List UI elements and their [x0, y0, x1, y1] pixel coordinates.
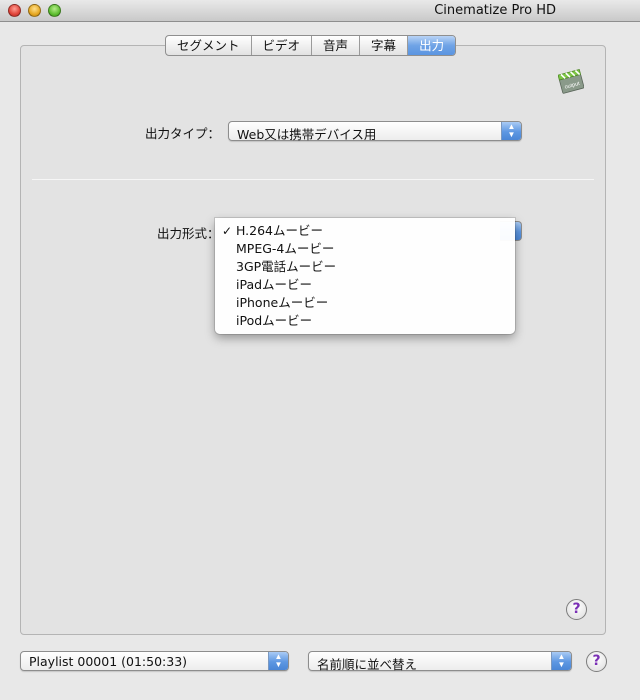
playlist-popup[interactable]: Playlist 00001 (01:50:33) ▲ ▼	[20, 651, 289, 671]
sort-value: 名前順に並べ替え	[317, 657, 418, 672]
menu-item-label: 3GP電話ムービー	[236, 259, 337, 274]
separator	[32, 179, 594, 180]
tab-bar: セグメント ビデオ 音声 字幕 出力	[165, 35, 457, 56]
help-button[interactable]: ?	[566, 599, 587, 620]
menu-item-ipad[interactable]: iPadムービー	[215, 276, 515, 294]
menu-item-mpeg4[interactable]: MPEG-4ムービー	[215, 240, 515, 258]
output-clapper-icon: output	[558, 68, 584, 94]
menu-item-label: iPadムービー	[236, 277, 313, 292]
output-type-label: 出力タイプ：	[145, 126, 221, 141]
menu-item-iphone[interactable]: iPhoneムービー	[215, 294, 515, 312]
tab-video[interactable]: ビデオ	[252, 36, 313, 55]
output-type-popup[interactable]: Web又は携帯デバイス用 ▲ ▼	[228, 121, 522, 142]
output-format-menu: ✓ H.264ムービー MPEG-4ムービー 3GP電話ムービー iPadムービ…	[215, 218, 515, 334]
window-title: Cinematize Pro HD	[434, 3, 556, 18]
menu-item-3gp[interactable]: 3GP電話ムービー	[215, 258, 515, 276]
tab-output[interactable]: 出力	[408, 36, 456, 55]
menu-item-label: H.264ムービー	[236, 223, 324, 238]
tab-audio[interactable]: 音声	[312, 36, 361, 55]
sort-popup[interactable]: 名前順に並べ替え ▲ ▼	[308, 651, 572, 672]
minimize-window-button[interactable]	[28, 4, 41, 17]
output-type-value: Web又は携帯デバイス用	[237, 127, 377, 142]
tab-segment[interactable]: セグメント	[166, 36, 252, 55]
menu-item-h264[interactable]: ✓ H.264ムービー	[215, 222, 515, 240]
output-format-label: 出力形式：	[157, 226, 220, 241]
menu-item-label: iPodムービー	[236, 313, 313, 328]
zoom-window-button[interactable]	[48, 4, 61, 17]
tab-subtitles[interactable]: 字幕	[360, 36, 409, 55]
playlist-value: Playlist 00001 (01:50:33)	[29, 654, 188, 669]
menu-item-ipod[interactable]: iPodムービー	[215, 312, 515, 330]
title-bar: Cinematize Pro HD	[0, 0, 640, 22]
menu-item-label: MPEG-4ムービー	[236, 241, 335, 256]
popup-arrows-icon: ▲ ▼	[501, 122, 521, 140]
popup-arrows-icon: ▲ ▼	[268, 652, 288, 670]
menu-item-label: iPhoneムービー	[236, 295, 329, 310]
checkmark-icon: ✓	[222, 224, 233, 238]
popup-arrows-icon: ▲ ▼	[551, 652, 571, 670]
close-window-button[interactable]	[8, 4, 21, 17]
help-button[interactable]: ?	[586, 651, 607, 672]
